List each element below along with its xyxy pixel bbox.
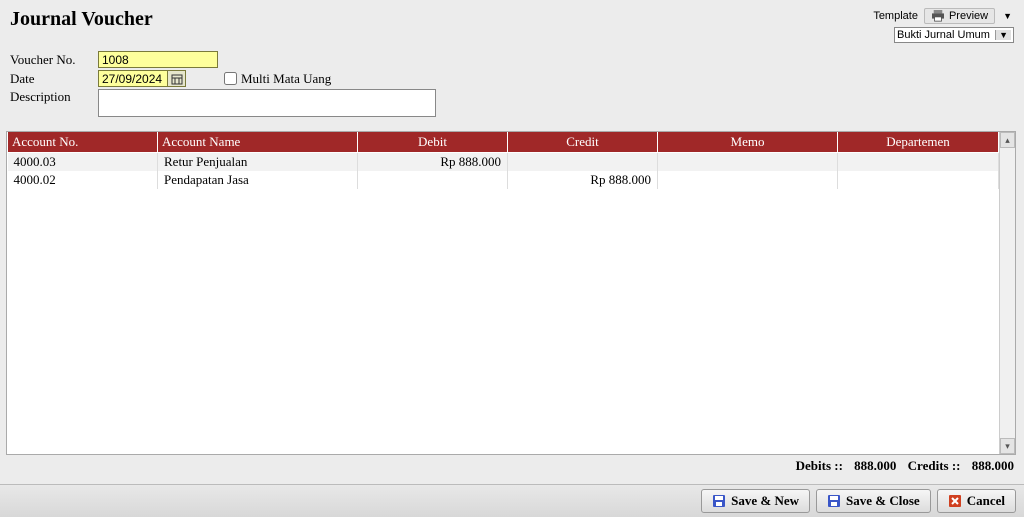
debits-label: Debits ::	[796, 458, 843, 473]
col-account-no[interactable]: Account No.	[8, 132, 158, 153]
cell-account-no[interactable]: 4000.03	[8, 153, 158, 172]
journal-table[interactable]: Account No. Account Name Debit Credit Me…	[7, 132, 999, 189]
template-select[interactable]: Bukti Jurnal Umum ▼	[894, 27, 1014, 43]
cell-dept[interactable]	[838, 171, 999, 189]
calendar-icon	[171, 73, 183, 85]
vertical-scrollbar[interactable]: ▴ ▾	[999, 132, 1015, 454]
cell-memo[interactable]	[658, 153, 838, 172]
cell-dept[interactable]	[838, 153, 999, 172]
cell-debit[interactable]: Rp 888.000	[358, 153, 508, 172]
cell-account-name[interactable]: Retur Penjualan	[158, 153, 358, 172]
cell-account-no[interactable]: 4000.02	[8, 171, 158, 189]
date-picker-button[interactable]	[167, 71, 185, 86]
debits-value: 888.000	[854, 458, 896, 473]
footer-toolbar: Save & New Save & Close Cancel	[0, 484, 1024, 517]
cell-debit[interactable]	[358, 171, 508, 189]
cancel-label: Cancel	[967, 493, 1005, 509]
date-label: Date	[10, 71, 98, 87]
printer-icon	[931, 10, 945, 22]
col-memo[interactable]: Memo	[658, 132, 838, 153]
totals-row: Debits :: 888.000 Credits :: 888.000	[0, 455, 1024, 477]
multi-currency-label: Multi Mata Uang	[241, 71, 331, 87]
col-debit[interactable]: Debit	[358, 132, 508, 153]
preview-button-label: Preview	[949, 10, 988, 22]
chevron-down-icon: ▼	[995, 30, 1011, 40]
preview-dropdown-arrow[interactable]: ▼	[1001, 11, 1014, 21]
cell-credit[interactable]: Rp 888.000	[508, 171, 658, 189]
scroll-down-arrow[interactable]: ▾	[1000, 438, 1015, 454]
journal-table-container: Account No. Account Name Debit Credit Me…	[6, 131, 1016, 455]
cell-credit[interactable]	[508, 153, 658, 172]
template-label: Template	[873, 10, 918, 22]
voucher-no-input[interactable]	[98, 51, 218, 68]
multi-currency-input[interactable]	[224, 72, 237, 85]
voucher-no-label: Voucher No.	[10, 52, 98, 68]
save-icon	[712, 494, 726, 508]
col-credit[interactable]: Credit	[508, 132, 658, 153]
credits-label: Credits ::	[908, 458, 961, 473]
page-title: Journal Voucher	[10, 8, 153, 43]
cancel-icon	[948, 494, 962, 508]
template-select-value: Bukti Jurnal Umum	[897, 29, 990, 41]
table-row[interactable]: 4000.03 Retur Penjualan Rp 888.000	[8, 153, 999, 172]
preview-button[interactable]: Preview	[924, 8, 995, 24]
save-close-label: Save & Close	[846, 493, 920, 509]
col-account-name[interactable]: Account Name	[158, 132, 358, 153]
cell-account-name[interactable]: Pendapatan Jasa	[158, 171, 358, 189]
multi-currency-checkbox[interactable]: Multi Mata Uang	[224, 71, 331, 87]
cancel-button[interactable]: Cancel	[937, 489, 1016, 513]
save-new-label: Save & New	[731, 493, 799, 509]
save-icon	[827, 494, 841, 508]
credits-value: 888.000	[972, 458, 1014, 473]
description-label: Description	[10, 89, 98, 105]
save-new-button[interactable]: Save & New	[701, 489, 810, 513]
cell-memo[interactable]	[658, 171, 838, 189]
save-close-button[interactable]: Save & Close	[816, 489, 931, 513]
date-input[interactable]	[99, 71, 167, 86]
scroll-up-arrow[interactable]: ▴	[1000, 132, 1015, 148]
col-department[interactable]: Departemen	[838, 132, 999, 153]
description-input[interactable]	[98, 89, 436, 117]
table-row[interactable]: 4000.02 Pendapatan Jasa Rp 888.000	[8, 171, 999, 189]
